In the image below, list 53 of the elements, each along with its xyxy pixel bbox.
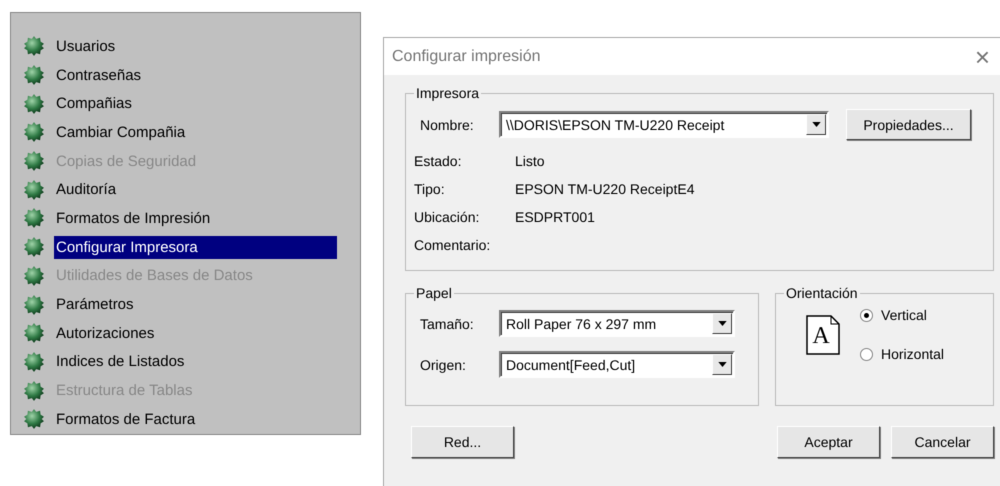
- network-button[interactable]: Red...: [411, 426, 514, 458]
- orientation-radio[interactable]: Vertical: [860, 307, 944, 323]
- info-label: Estado:: [414, 152, 462, 171]
- gear-icon: [23, 294, 45, 316]
- info-value: EPSON TM-U220 ReceiptE4: [515, 180, 696, 199]
- gear-icon: [23, 35, 45, 58]
- menu-item[interactable]: Cambiar Compañia: [54, 120, 337, 144]
- info-label: Tipo:: [414, 180, 446, 199]
- info-label: Comentario:: [414, 236, 492, 255]
- caret-icon: [718, 362, 726, 367]
- gear-icon: [23, 150, 45, 172]
- gear-icon: [23, 64, 45, 86]
- paper-dropdown[interactable]: Roll Paper 76 x 297 mm: [499, 310, 735, 337]
- caret-icon: [812, 122, 820, 127]
- gear-icon: [23, 322, 45, 344]
- printer-dropdown[interactable]: \\DORIS\EPSON TM-U220 Receipt: [499, 111, 829, 138]
- gear-icon: [23, 408, 45, 430]
- caret-icon: [718, 321, 726, 326]
- info-value: ESDPRT001: [515, 208, 596, 227]
- info-label: Ubicación:: [414, 208, 480, 227]
- gear-icon: [23, 236, 45, 258]
- orientation-radio[interactable]: Horizontal: [860, 346, 944, 362]
- menu-item[interactable]: Formatos de Impresión: [54, 206, 337, 230]
- info-value: Listo: [515, 152, 546, 171]
- menu-item[interactable]: Formatos de Factura: [54, 408, 337, 431]
- menu-item[interactable]: Autorizaciones: [54, 322, 337, 345]
- gear-icon: [23, 207, 45, 230]
- gear-icon: [23, 380, 45, 402]
- menu-item[interactable]: Usuarios: [54, 34, 337, 58]
- menu-item[interactable]: Contraseñas: [54, 64, 337, 87]
- menu-item[interactable]: Auditoría: [54, 178, 337, 202]
- gear-icon: [23, 121, 45, 144]
- menu-item[interactable]: Parámetros: [54, 293, 337, 316]
- field-label: Origen:: [420, 356, 467, 372]
- field-label: Nombre:: [420, 116, 475, 132]
- cancel-button[interactable]: Cancelar: [891, 426, 994, 458]
- gear-icon: [23, 92, 45, 115]
- gear-icon: [23, 264, 45, 287]
- ok-button[interactable]: Aceptar: [777, 426, 880, 458]
- group-label: Papel: [415, 285, 453, 301]
- menu-item[interactable]: Indices de Listados: [54, 350, 337, 374]
- window-title: Configurar impresión: [392, 48, 541, 66]
- gear-icon: [23, 350, 45, 373]
- close-button[interactable]: ×: [964, 44, 1000, 70]
- properties-button[interactable]: Propiedades...: [846, 109, 971, 140]
- page-icon: A: [806, 314, 840, 354]
- group-label: Orientación: [785, 285, 859, 301]
- menu-item[interactable]: Configurar Impresora: [54, 236, 337, 259]
- gear-icon: [23, 178, 45, 201]
- paper-dropdown[interactable]: Document[Feed,Cut]: [499, 351, 735, 378]
- group-label: Impresora: [415, 85, 480, 101]
- field-label: Tamaño:: [420, 316, 475, 332]
- menu-item[interactable]: Compañias: [54, 92, 337, 116]
